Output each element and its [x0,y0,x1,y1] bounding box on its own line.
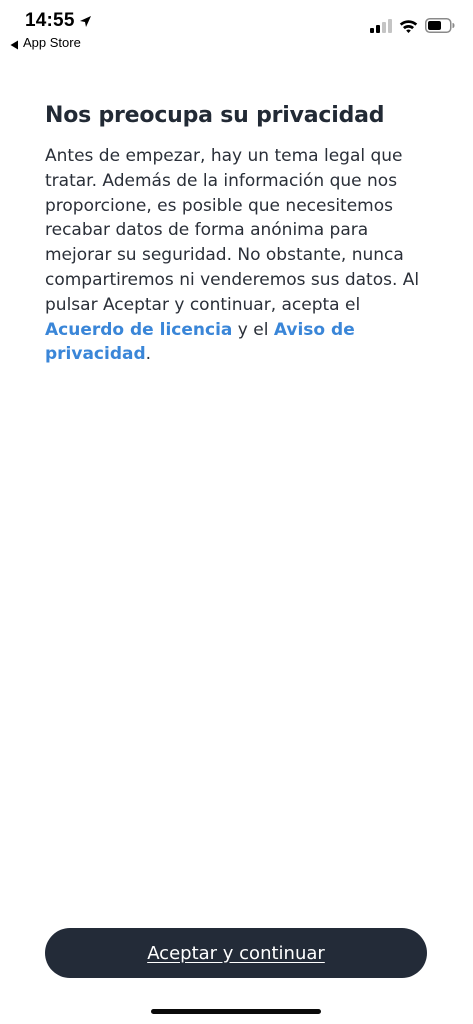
signal-icon [370,18,392,33]
license-agreement-link[interactable]: Acuerdo de licencia [45,320,232,340]
status-bar: 14:55 App Store [0,0,473,56]
accept-continue-button[interactable]: Aceptar y continuar [45,928,427,978]
back-to-app-store[interactable]: App Store [10,35,81,50]
end-punctuation: . [145,344,152,365]
status-time: 14:55 [25,10,75,31]
accept-continue-label: Aceptar y continuar [147,942,325,964]
page-title: Nos preocupa su privacidad [45,103,385,128]
home-indicator [151,1009,321,1014]
privacy-content: Nos preocupa su privacidad Antes de empe… [45,100,435,367]
back-triangle-icon [10,38,19,49]
privacy-body-text: Antes de empezar, hay un tema legal que … [45,146,420,315]
back-app-label: App Store [23,35,81,50]
battery-icon [425,18,455,33]
wifi-icon [399,19,418,33]
location-arrow-icon [79,15,92,28]
status-icons [370,18,455,33]
connector-text: y el [232,319,274,340]
time-group: 14:55 [25,10,92,32]
privacy-body: Antes de empezar, hay un tema legal que … [45,144,435,367]
